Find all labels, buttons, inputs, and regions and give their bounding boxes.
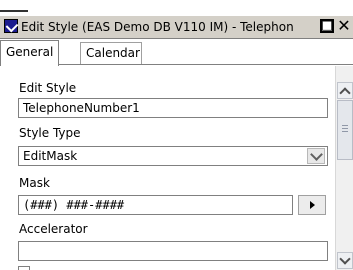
window-top-edge	[0, 10, 28, 12]
style-type-dropdown-button[interactable]	[307, 147, 325, 164]
style-type-select[interactable]: EditMask	[18, 146, 328, 166]
chevron-down-icon	[309, 147, 323, 161]
maximize-button[interactable]: □	[320, 19, 334, 33]
mask-menu-button[interactable]	[298, 195, 326, 215]
title-bar[interactable]: Edit Style (EAS Demo DB V110 IM) - Telep…	[0, 16, 353, 39]
scroll-up-button[interactable]	[337, 82, 353, 99]
scroll-down-button[interactable]	[337, 252, 353, 269]
maximize-icon: □	[320, 18, 334, 33]
chevron-down-icon	[339, 252, 351, 265]
tab-general[interactable]: General	[0, 40, 60, 66]
window-title: Edit Style (EAS Demo DB V110 IM) - Telep…	[21, 20, 294, 34]
tab-strip: General Calendar	[0, 40, 353, 66]
mask-field[interactable]: (###) ###-####	[18, 195, 293, 215]
thumb-grip-line	[342, 128, 348, 129]
thumb-grip-line	[342, 125, 348, 126]
chevron-up-icon	[339, 86, 351, 99]
arrow-right-icon	[309, 201, 315, 209]
style-type-label: Style Type	[19, 126, 81, 140]
tab-calendar[interactable]: Calendar	[80, 42, 142, 64]
close-icon: ✕	[337, 16, 351, 35]
edit-style-icon	[4, 19, 18, 33]
edit-style-window: Edit Style (EAS Demo DB V110 IM) - Telep…	[0, 0, 353, 270]
next-control-edge	[18, 266, 30, 270]
style-type-value: EditMask	[23, 149, 78, 163]
mask-label: Mask	[19, 176, 50, 190]
thumb-grip-line	[342, 131, 348, 132]
edit-style-label: Edit Style	[19, 81, 77, 95]
accelerator-label: Accelerator	[19, 222, 88, 236]
close-button[interactable]: ✕	[337, 16, 351, 35]
vertical-scrollbar[interactable]	[335, 66, 353, 270]
general-tab-panel: Edit Style TelephoneNumber1 Style Type E…	[0, 66, 334, 270]
edit-style-field[interactable]: TelephoneNumber1	[18, 98, 328, 118]
accelerator-field[interactable]	[18, 241, 328, 261]
scrollbar-thumb[interactable]	[337, 100, 353, 160]
